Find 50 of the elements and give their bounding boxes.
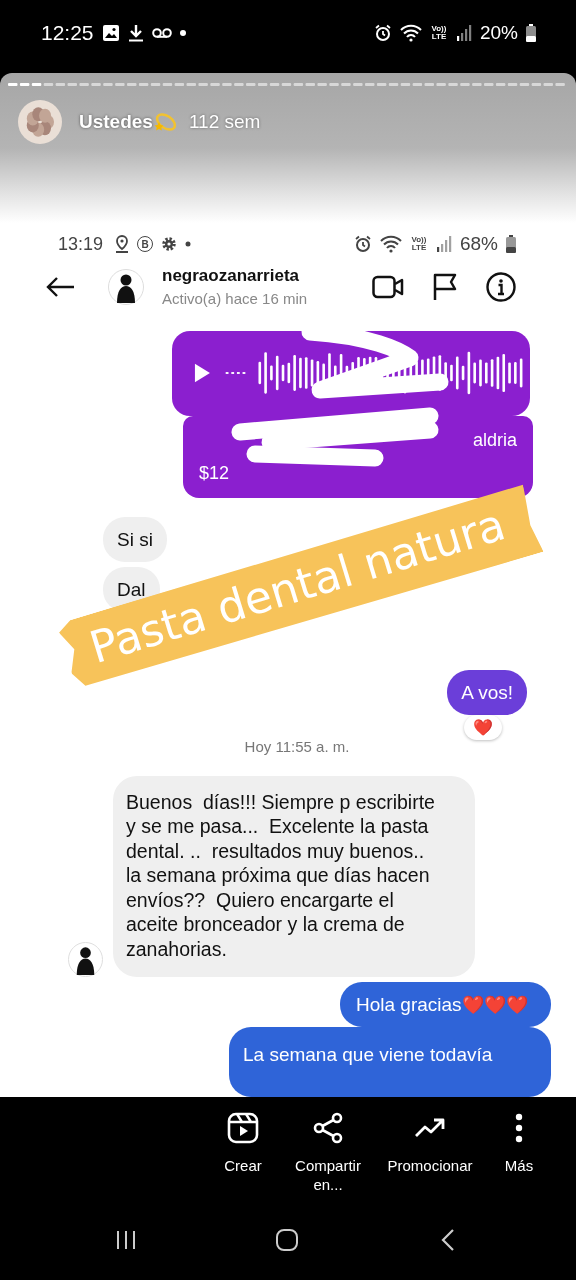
- message-bubble: Buenos días!!! Siempre p escribirte y se me pasa... Excelente la pasta dental. .. resultados muy buenos.. la semana próxima que días hacen envíos?? Quiero encargarte el aceite bronceador y la crema de zanahorias.: [113, 775, 475, 977]
- avatar-icon[interactable]: [18, 99, 62, 144]
- more-icon: [515, 1113, 523, 1143]
- info-icon[interactable]: [486, 271, 516, 302]
- clock: 13:19: [58, 233, 104, 255]
- network-label: Vo)) LTE: [430, 24, 448, 41]
- wifi-icon: [399, 23, 422, 42]
- battery-percent: 68%: [459, 233, 498, 256]
- voicemail-icon: [151, 26, 172, 39]
- download-icon: [127, 23, 144, 42]
- battery-icon: [526, 23, 536, 42]
- action-label[interactable]: Promocionar: [387, 1156, 473, 1175]
- action-label[interactable]: Compartir en...: [288, 1156, 368, 1194]
- signal-icon: [455, 23, 472, 42]
- wifi-icon: [379, 235, 402, 254]
- timestamp: Hoy 11:55 a. m.: [244, 737, 350, 755]
- reel-icon: [227, 1112, 259, 1144]
- avatar-icon: [108, 268, 144, 305]
- message-bubble: La semana que viene todavía: [229, 1027, 551, 1097]
- action-label[interactable]: Crear: [224, 1156, 262, 1175]
- battery-percent: 20%: [479, 21, 518, 44]
- location-icon: [115, 235, 130, 254]
- share-icon: [312, 1112, 344, 1144]
- home-icon[interactable]: [274, 1228, 299, 1252]
- network-label: Vo)) LTE: [410, 236, 428, 253]
- dot-icon: [179, 29, 186, 36]
- message-bubble: Si si: [103, 516, 167, 562]
- flag-icon[interactable]: [432, 272, 458, 301]
- image-icon: [101, 23, 120, 42]
- video-call-icon[interactable]: [372, 274, 404, 299]
- reaction-badge: ❤: [464, 714, 502, 740]
- card-price: $12: [199, 462, 230, 484]
- contact-name[interactable]: negraozanarrieta: [162, 266, 372, 287]
- signal-icon: [435, 235, 452, 254]
- message-bubble: Hola gracias❤❤❤: [340, 982, 551, 1027]
- battery-icon: [506, 235, 516, 254]
- action-label[interactable]: Más: [504, 1156, 534, 1175]
- play-icon[interactable]: [194, 362, 211, 384]
- activity-status: Activo(a) hace 16 min: [162, 290, 309, 308]
- settings-icon: [161, 236, 178, 253]
- dot-icon: [185, 241, 192, 248]
- alarm-icon: [353, 235, 372, 254]
- back-icon[interactable]: [45, 275, 75, 298]
- avatar-icon: [68, 942, 103, 977]
- story-age: 112 sem: [188, 110, 261, 133]
- clock: 12:25: [41, 20, 94, 45]
- message-bubble: A vos!: [447, 669, 527, 715]
- alarm-icon: [373, 23, 392, 42]
- recent-apps-icon[interactable]: [114, 1229, 137, 1251]
- card-title: aldria: [472, 429, 517, 451]
